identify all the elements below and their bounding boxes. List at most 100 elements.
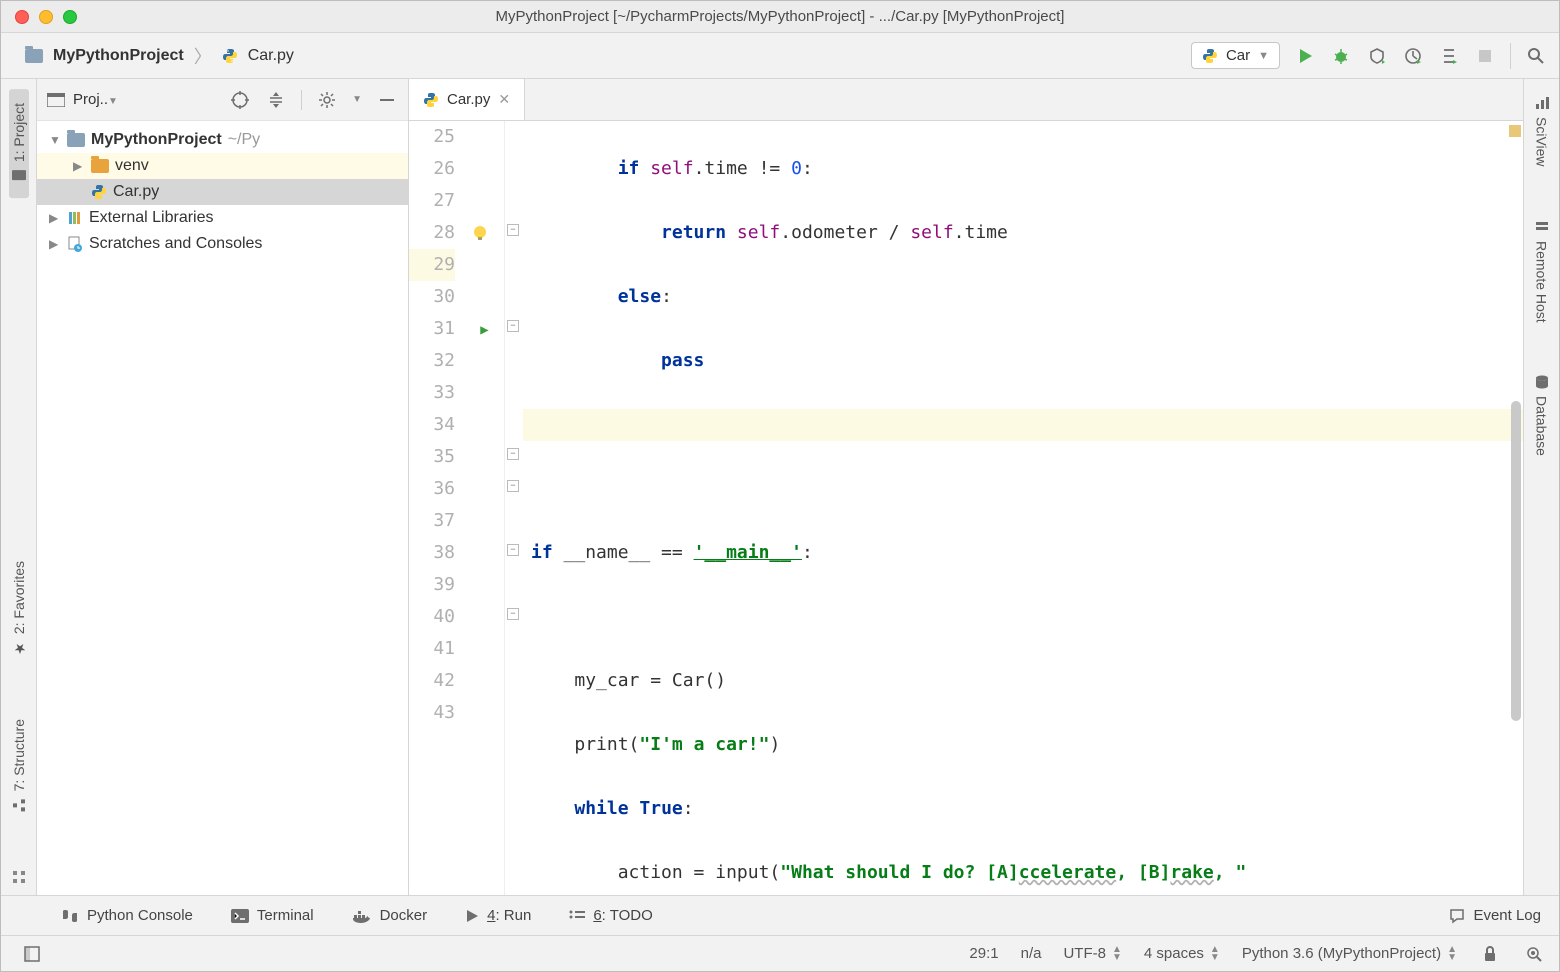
remote-host-toolwindow-button[interactable]: Remote Host bbox=[1534, 213, 1550, 329]
tree-label: Car.py bbox=[113, 183, 159, 201]
line-number[interactable]: 36 bbox=[409, 473, 455, 505]
line-number[interactable]: 43 bbox=[409, 697, 455, 729]
run-toolwindow-button[interactable]: 4: Run bbox=[465, 907, 531, 924]
favorites-toolwindow-button[interactable]: ★ 2: Favorites bbox=[11, 555, 27, 662]
indent-selector[interactable]: 4 spaces▲▼ bbox=[1144, 945, 1220, 962]
gutter-marks: ▶ bbox=[465, 121, 505, 895]
profile-button[interactable] bbox=[1402, 45, 1424, 67]
concurrency-button[interactable] bbox=[1438, 45, 1460, 67]
code-content[interactable]: if self.time != 0: return self.odometer … bbox=[523, 121, 1523, 895]
label: : Run bbox=[495, 907, 531, 924]
sciview-toolwindow-button[interactable]: SciView bbox=[1534, 89, 1550, 173]
project-tool-window: Proj..▼ ▼ MyPythonProject ~/Py bbox=[37, 79, 409, 895]
terminal-button[interactable]: Terminal bbox=[231, 907, 314, 924]
line-number[interactable]: 30 bbox=[409, 281, 455, 313]
breadcrumb-separator: 〉 bbox=[194, 43, 212, 69]
expand-arrow-icon[interactable] bbox=[49, 237, 61, 251]
folder-icon bbox=[91, 159, 109, 173]
breadcrumb-file[interactable]: Car.py bbox=[248, 47, 294, 65]
debug-button[interactable] bbox=[1330, 45, 1352, 67]
database-toolwindow-button[interactable]: Database bbox=[1534, 368, 1550, 462]
lock-icon[interactable] bbox=[1479, 943, 1501, 965]
line-number[interactable]: 32 bbox=[409, 345, 455, 377]
tree-item-car[interactable]: Car.py bbox=[37, 179, 408, 205]
line-number[interactable]: 29 bbox=[409, 249, 455, 281]
expand-arrow-icon[interactable] bbox=[73, 159, 85, 173]
run-gutter-icon[interactable]: ▶ bbox=[465, 314, 504, 346]
project-tree[interactable]: MyPythonProject ~/Py venv Car.py bbox=[37, 121, 408, 263]
structure-toolwindow-button[interactable]: 7: Structure bbox=[11, 713, 27, 819]
tree-item-venv[interactable]: venv bbox=[37, 153, 408, 179]
breadcrumb[interactable]: MyPythonProject 〉 Car.py bbox=[25, 43, 294, 69]
line-number[interactable]: 40 bbox=[409, 601, 455, 633]
line-number[interactable]: 26 bbox=[409, 153, 455, 185]
folder-icon bbox=[67, 133, 85, 147]
line-number[interactable]: 25 bbox=[409, 121, 455, 153]
encoding-selector[interactable]: UTF-8▲▼ bbox=[1063, 945, 1121, 962]
line-separator[interactable]: n/a bbox=[1021, 945, 1042, 962]
docker-button[interactable]: Docker bbox=[352, 907, 428, 924]
maximize-window-button[interactable] bbox=[63, 10, 77, 24]
view-icon bbox=[47, 93, 65, 107]
run-coverage-button[interactable] bbox=[1366, 45, 1388, 67]
intention-bulb-icon[interactable] bbox=[471, 224, 489, 242]
fold-marker[interactable]: − bbox=[507, 480, 519, 492]
line-number[interactable]: 31 bbox=[409, 313, 455, 345]
vertical-scrollbar[interactable] bbox=[1511, 401, 1521, 721]
more-tools-button[interactable] bbox=[11, 869, 27, 885]
interpreter-selector[interactable]: Python 3.6 (MyPythonProject)▲▼ bbox=[1242, 945, 1457, 962]
fold-marker[interactable]: − bbox=[507, 224, 519, 236]
line-number[interactable]: 33 bbox=[409, 377, 455, 409]
line-number[interactable]: 35 bbox=[409, 441, 455, 473]
line-number[interactable]: 38 bbox=[409, 537, 455, 569]
stop-button bbox=[1474, 45, 1496, 67]
toolwindows-toggle-icon[interactable] bbox=[21, 943, 43, 965]
tree-root[interactable]: MyPythonProject ~/Py bbox=[37, 127, 408, 153]
window-title: MyPythonProject [~/PycharmProjects/MyPyt… bbox=[1, 8, 1559, 25]
todo-toolwindow-button[interactable]: 6: TODO bbox=[569, 907, 652, 924]
event-log-button[interactable]: Event Log bbox=[1449, 907, 1541, 924]
hide-panel-icon[interactable] bbox=[376, 89, 398, 111]
label: Docker bbox=[380, 907, 428, 924]
settings-icon[interactable] bbox=[316, 89, 338, 111]
expand-arrow-icon[interactable] bbox=[49, 211, 61, 225]
tree-item-scratches[interactable]: Scratches and Consoles bbox=[37, 231, 408, 257]
code-editor[interactable]: 25 26 27 28 29 30 31 32 33 34 35 36 37 3… bbox=[409, 121, 1523, 895]
close-tab-icon[interactable]: ✕ bbox=[498, 91, 510, 108]
tree-item-external-libs[interactable]: External Libraries bbox=[37, 205, 408, 231]
inspector-icon[interactable] bbox=[1523, 943, 1545, 965]
locate-icon[interactable] bbox=[229, 89, 251, 111]
editor-tab-car[interactable]: Car.py ✕ bbox=[409, 79, 525, 120]
line-number[interactable]: 27 bbox=[409, 185, 455, 217]
line-number[interactable]: 34 bbox=[409, 409, 455, 441]
toolbar-right: Car ▼ bbox=[1191, 42, 1547, 69]
fold-marker[interactable]: − bbox=[507, 544, 519, 556]
python-console-button[interactable]: Python Console bbox=[61, 907, 193, 924]
caret-position[interactable]: 29:1 bbox=[969, 945, 998, 962]
search-everywhere-button[interactable] bbox=[1525, 45, 1547, 67]
line-number[interactable]: 39 bbox=[409, 569, 455, 601]
analysis-indicator[interactable] bbox=[1509, 125, 1521, 137]
expand-arrow-icon[interactable] bbox=[49, 133, 61, 147]
project-view-selector[interactable]: Proj..▼ bbox=[73, 91, 118, 108]
minimize-window-button[interactable] bbox=[39, 10, 53, 24]
fold-marker[interactable]: − bbox=[507, 320, 519, 332]
line-number-gutter[interactable]: 25 26 27 28 29 30 31 32 33 34 35 36 37 3… bbox=[409, 121, 465, 895]
run-button[interactable] bbox=[1294, 45, 1316, 67]
line-number[interactable]: 28 bbox=[409, 217, 455, 249]
line-number[interactable]: 41 bbox=[409, 633, 455, 665]
fold-gutter[interactable]: − − − − − − bbox=[505, 121, 523, 895]
fold-marker[interactable]: − bbox=[507, 608, 519, 620]
left-tool-strip: 1: Project ★ 2: Favorites 7: Structure bbox=[1, 79, 37, 895]
line-number[interactable]: 37 bbox=[409, 505, 455, 537]
structure-icon bbox=[11, 797, 27, 813]
tab-label: Car.py bbox=[447, 91, 490, 108]
python-icon bbox=[61, 908, 79, 924]
run-configuration-selector[interactable]: Car ▼ bbox=[1191, 42, 1280, 69]
close-window-button[interactable] bbox=[15, 10, 29, 24]
breadcrumb-project[interactable]: MyPythonProject bbox=[53, 47, 184, 65]
line-number[interactable]: 42 bbox=[409, 665, 455, 697]
collapse-all-icon[interactable] bbox=[265, 89, 287, 111]
project-toolwindow-button[interactable]: 1: Project bbox=[9, 89, 29, 198]
fold-marker[interactable]: − bbox=[507, 448, 519, 460]
